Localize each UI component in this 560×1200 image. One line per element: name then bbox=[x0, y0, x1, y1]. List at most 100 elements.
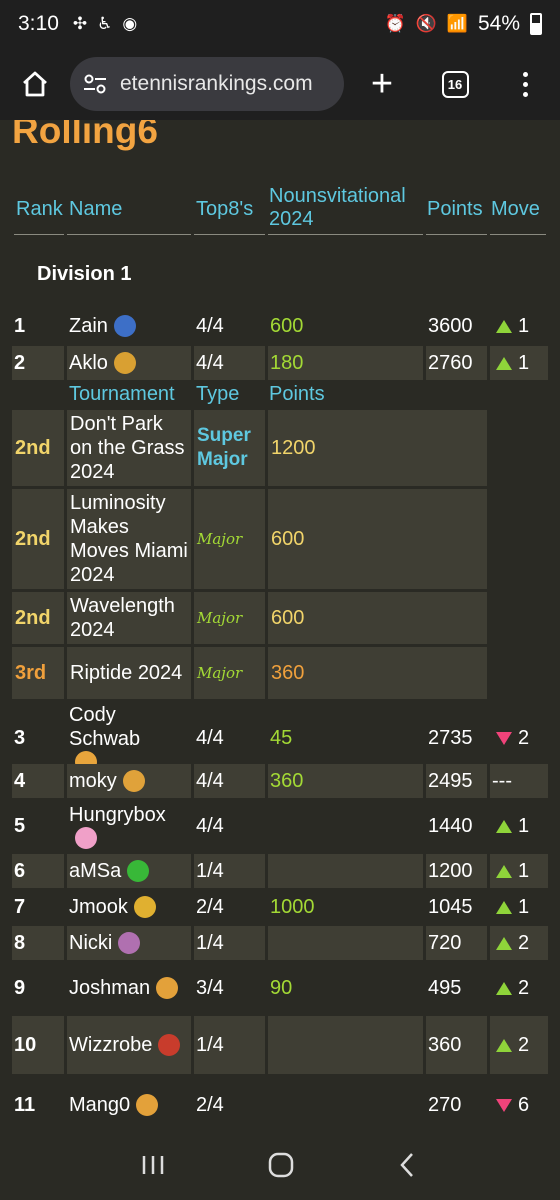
move-value: 2 bbox=[518, 931, 530, 954]
cell-move: 1 bbox=[492, 346, 548, 380]
cell-top8: 1/4 bbox=[196, 1016, 265, 1074]
cell-rank: 6 bbox=[14, 854, 64, 888]
more-vert-icon[interactable] bbox=[490, 71, 560, 97]
tune-icon[interactable] bbox=[82, 71, 108, 97]
rank-value: 5 bbox=[14, 814, 26, 837]
rank-value: 10 bbox=[14, 1033, 37, 1056]
top8-value: 3/4 bbox=[196, 976, 224, 999]
top8-value: 1/4 bbox=[196, 1033, 224, 1056]
cell-name: Cody Schwab bbox=[69, 704, 191, 773]
rank-value: 4 bbox=[14, 769, 26, 792]
points-value: 1200 bbox=[428, 859, 473, 882]
header-points: Points bbox=[427, 198, 483, 220]
cell-name: Jmook bbox=[69, 890, 191, 924]
cell-nouns: 600 bbox=[270, 308, 423, 344]
cell-name: Hungrybox bbox=[69, 800, 191, 852]
player-name[interactable]: Hungrybox bbox=[69, 803, 166, 827]
table-row: 3 Cody Schwab 4/4 45 2735 2 bbox=[12, 704, 548, 773]
cell-name: Zain bbox=[69, 308, 191, 344]
cell-rank: 2 bbox=[14, 346, 64, 380]
page-content: Rolling6 Rank Name Top8's Nounsvitationa… bbox=[0, 120, 560, 1130]
browser-toolbar: etennisrankings.com + 16 bbox=[0, 48, 560, 120]
cell-nouns bbox=[270, 1016, 423, 1074]
header-underline bbox=[268, 234, 423, 235]
cell-points: 720 bbox=[428, 926, 487, 960]
cell-top8: 4/4 bbox=[196, 714, 265, 762]
cell-top8: 2/4 bbox=[196, 1076, 265, 1130]
player-name[interactable]: Joshman bbox=[69, 976, 150, 1000]
player-name[interactable]: moky bbox=[69, 769, 117, 793]
cell-nouns bbox=[270, 926, 423, 960]
top8-value: 2/4 bbox=[196, 895, 224, 918]
page-title: Rolling6 bbox=[12, 120, 158, 151]
move-value: 1 bbox=[518, 859, 530, 882]
cell-move: 2 bbox=[492, 1016, 548, 1074]
player-name[interactable]: Wizzrobe bbox=[69, 1033, 152, 1057]
player-name[interactable]: Aklo bbox=[69, 351, 108, 375]
points-value: 1045 bbox=[428, 895, 473, 918]
subtable-tournament[interactable]: Don't Park on the Grass 2024 bbox=[70, 412, 190, 484]
subtable-placing: 2nd bbox=[15, 607, 51, 629]
move-value: 1 bbox=[518, 895, 530, 918]
status-right-icons: ⏰ 🔇 📶 54% bbox=[384, 12, 542, 36]
recents-icon[interactable] bbox=[140, 1152, 166, 1178]
header-underline bbox=[194, 234, 265, 235]
cell-move: 6 bbox=[492, 1076, 548, 1130]
home-circle-icon[interactable] bbox=[267, 1151, 295, 1179]
cell-name: Joshman bbox=[69, 962, 191, 1014]
rank-value: 7 bbox=[14, 895, 26, 918]
points-value: 2760 bbox=[428, 351, 473, 374]
character-icon bbox=[133, 896, 156, 918]
table-row: 1 Zain 4/4 600 3600 1 bbox=[12, 308, 548, 344]
player-name[interactable]: Nicki bbox=[69, 931, 112, 955]
subtable-type: Super Major bbox=[197, 425, 251, 470]
cell-nouns bbox=[270, 854, 423, 888]
cell-top8: 4/4 bbox=[196, 308, 265, 344]
cell-points: 2495 bbox=[428, 764, 487, 798]
battery-percent: 54% bbox=[477, 12, 520, 35]
header-top8: Top8's bbox=[196, 198, 254, 220]
cell-rank: 3 bbox=[14, 714, 64, 762]
table-row: 7 Jmook 2/4 1000 1045 1 bbox=[12, 890, 548, 924]
address-bar[interactable]: etennisrankings.com bbox=[70, 57, 344, 111]
subtable-tournament[interactable]: Riptide 2024 bbox=[70, 661, 182, 685]
cell-nouns bbox=[270, 1076, 423, 1130]
move-value: --- bbox=[492, 769, 512, 792]
subtable-tournament[interactable]: Luminosity Makes Moves Miami 2024 bbox=[70, 491, 190, 587]
table-row: 8 Nicki 1/4 720 2 bbox=[12, 926, 548, 960]
cell-top8: 1/4 bbox=[196, 854, 265, 888]
player-name[interactable]: aMSa bbox=[69, 859, 121, 883]
player-name[interactable]: Mang0 bbox=[69, 1093, 130, 1117]
subtable-type: Major bbox=[197, 609, 243, 627]
nouns-value: 45 bbox=[270, 726, 293, 749]
cell-move: 2 bbox=[492, 962, 548, 1014]
header-underline bbox=[426, 234, 487, 235]
points-value: 3600 bbox=[428, 314, 473, 337]
points-value: 2495 bbox=[428, 769, 473, 792]
rank-value: 3 bbox=[14, 726, 26, 749]
subtable-placing: 3rd bbox=[15, 662, 47, 684]
player-name[interactable]: Jmook bbox=[69, 895, 128, 919]
points-value: 270 bbox=[428, 1093, 462, 1116]
subtable-tournament[interactable]: Wavelength 2024 bbox=[70, 594, 190, 642]
home-button[interactable] bbox=[0, 48, 70, 120]
cell-rank: 4 bbox=[14, 764, 64, 798]
cell-nouns bbox=[270, 800, 423, 852]
move-value: 1 bbox=[518, 314, 530, 337]
top8-value: 1/4 bbox=[196, 859, 224, 882]
rank-value: 11 bbox=[14, 1093, 36, 1116]
subtable-points: 600 bbox=[271, 528, 305, 550]
nouns-value: 1000 bbox=[270, 895, 315, 918]
player-name[interactable]: Cody Schwab bbox=[69, 703, 191, 751]
back-icon[interactable] bbox=[396, 1151, 420, 1179]
header-underline bbox=[14, 234, 64, 235]
top8-value: 1/4 bbox=[196, 931, 224, 954]
nouns-value: 600 bbox=[270, 314, 304, 337]
arrow-up-icon bbox=[496, 936, 512, 950]
new-tab-button[interactable]: + bbox=[344, 63, 420, 106]
move-value: 2 bbox=[518, 976, 530, 999]
cell-nouns: 90 bbox=[270, 962, 423, 1014]
move-value: 2 bbox=[518, 1033, 530, 1056]
player-name[interactable]: Zain bbox=[69, 314, 108, 338]
tab-switcher-button[interactable]: 16 bbox=[420, 70, 490, 98]
